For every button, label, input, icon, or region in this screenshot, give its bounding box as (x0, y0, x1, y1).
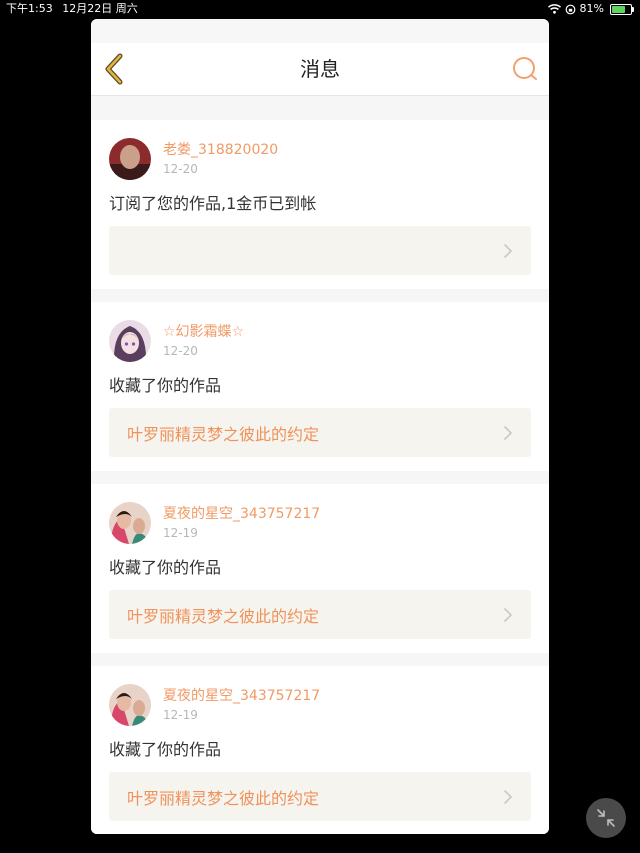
status-bar: 下午1:53 12月22日 周六 81% (0, 0, 640, 18)
avatar[interactable] (109, 320, 151, 362)
sender-name[interactable]: 老娄_318820020 (163, 141, 278, 159)
work-link[interactable]: 叶罗丽精灵梦之彼此的约定 (109, 408, 531, 457)
page-title: 消息 (300, 57, 340, 81)
chevron-right-icon (504, 426, 513, 440)
sender-name[interactable]: ☆幻影霜蝶☆ (163, 323, 244, 341)
wifi-icon (547, 4, 561, 14)
message-item: ☆幻影霜蝶☆ 12-20 收藏了你的作品 叶罗丽精灵梦之彼此的约定 (91, 302, 549, 471)
message-date: 12-20 (163, 344, 198, 358)
message-item: 夏夜的星空_343757217 12-19 收藏了你的作品 叶罗丽精灵梦之彼此的… (91, 666, 549, 834)
message-header: 夏夜的星空_343757217 12-19 (109, 684, 531, 726)
chevron-right-icon (504, 790, 513, 804)
chevron-right-icon (504, 244, 513, 258)
message-item: 老娄_318820020 12-20 订阅了您的作品,1金币已到帐 (91, 120, 549, 289)
message-text: 收藏了你的作品 (109, 740, 222, 759)
avatar[interactable] (109, 502, 151, 544)
work-link[interactable]: 叶罗丽精灵梦之彼此的约定 (109, 772, 531, 821)
status-left: 下午1:53 12月22日 周六 (6, 0, 144, 18)
status-right: 81% (547, 0, 634, 18)
avatar[interactable] (109, 684, 151, 726)
work-link[interactable]: 叶罗丽精灵梦之彼此的约定 (109, 590, 531, 639)
message-list: 老娄_318820020 12-20 订阅了您的作品,1金币已到帐 ☆幻影霜蝶☆… (91, 96, 549, 834)
message-text: 订阅了您的作品,1金币已到帐 (109, 194, 317, 213)
sender-name[interactable]: 夏夜的星空_343757217 (163, 687, 320, 705)
collapse-button[interactable] (586, 798, 626, 838)
work-link[interactable] (109, 226, 531, 275)
message-header: 老娄_318820020 12-20 (109, 138, 531, 180)
sender-info: ☆幻影霜蝶☆ 12-20 (163, 323, 244, 359)
sender-info: 夏夜的星空_343757217 12-19 (163, 505, 320, 541)
search-button[interactable] (511, 55, 539, 83)
message-date: 12-19 (163, 526, 198, 540)
chevron-right-icon (504, 608, 513, 622)
sheet-top (91, 19, 549, 43)
battery-percent: 81% (579, 2, 604, 15)
sender-name[interactable]: 夏夜的星空_343757217 (163, 505, 320, 523)
battery-icon (610, 3, 634, 15)
message-text: 收藏了你的作品 (109, 558, 222, 577)
status-time: 下午1:53 (6, 2, 53, 15)
rotation-lock-icon (565, 4, 575, 14)
messages-sheet: 消息 老娄_318820020 12-20 订阅了您的作品,1金币已到帐 ☆幻影… (91, 19, 549, 834)
collapse-arrows-icon (597, 809, 615, 827)
avatar[interactable] (109, 138, 151, 180)
sender-info: 夏夜的星空_343757217 12-19 (163, 687, 320, 723)
nav-bar: 消息 (91, 43, 549, 96)
work-title: 叶罗丽精灵梦之彼此的约定 (127, 788, 320, 808)
search-icon (513, 57, 537, 80)
message-item: 夏夜的星空_343757217 12-19 收藏了你的作品 叶罗丽精灵梦之彼此的… (91, 484, 549, 653)
sender-info: 老娄_318820020 12-20 (163, 141, 278, 177)
work-title: 叶罗丽精灵梦之彼此的约定 (127, 424, 320, 444)
message-header: ☆幻影霜蝶☆ 12-20 (109, 320, 531, 362)
battery-level (612, 5, 625, 13)
message-text: 收藏了你的作品 (109, 376, 222, 395)
message-date: 12-19 (163, 708, 198, 722)
message-date: 12-20 (163, 162, 198, 176)
work-title: 叶罗丽精灵梦之彼此的约定 (127, 606, 320, 626)
message-header: 夏夜的星空_343757217 12-19 (109, 502, 531, 544)
status-date: 12月22日 周六 (62, 2, 138, 15)
